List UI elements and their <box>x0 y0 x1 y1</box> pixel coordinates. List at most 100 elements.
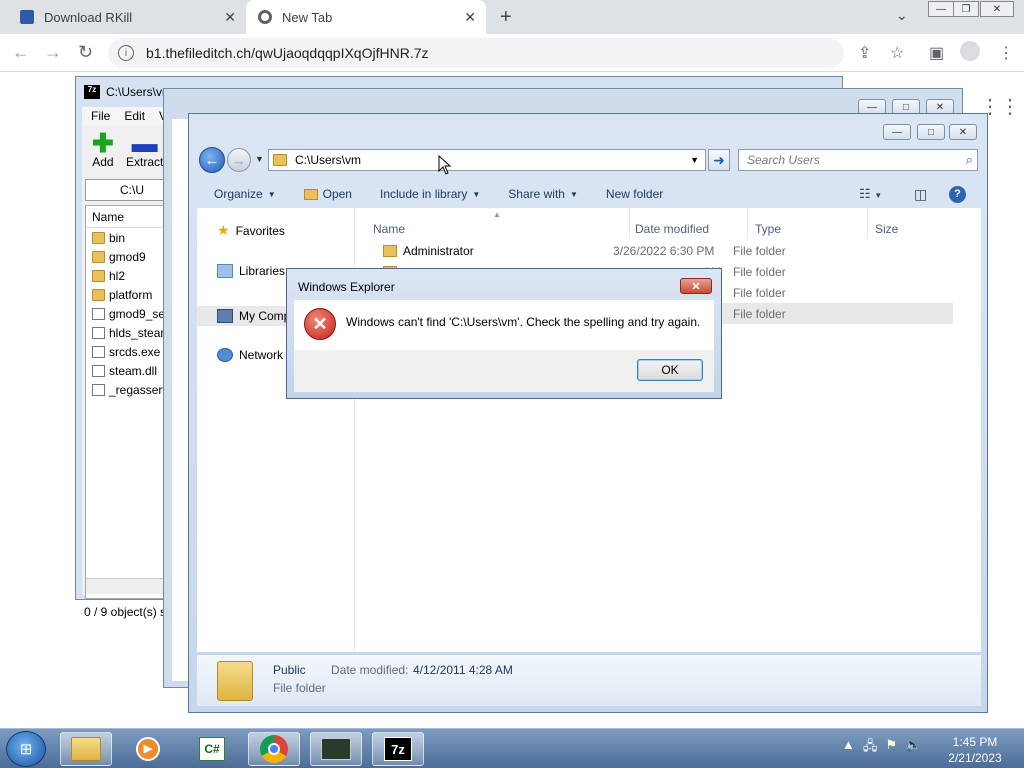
nav-libraries[interactable]: Libraries <box>217 264 285 278</box>
network-tray-icon[interactable]: 🖧 <box>863 737 878 759</box>
folder-icon <box>92 250 105 263</box>
new-folder-button[interactable]: New folder <box>606 187 663 201</box>
taskbar: ⊞ ▶ C# 7z ▲ 🖧 ⚑ 🔈 1:45 PM 2/21/2023 <box>0 728 1024 768</box>
taskbar-7zip[interactable]: 7z <box>372 732 424 766</box>
reload-icon[interactable]: ↻ <box>78 42 93 63</box>
explorer-window: — □ ✕ ← → ▼ C:\Users\vm ▼ ➜ Search Users… <box>188 113 988 713</box>
plus-icon: ✚ <box>92 128 114 158</box>
back-arrow-icon[interactable]: ← <box>199 147 225 173</box>
share-label: Share with <box>508 187 565 201</box>
close-icon[interactable]: ✕ <box>224 9 236 26</box>
column-header-size[interactable]: Size <box>875 222 898 236</box>
add-button[interactable]: ✚ Add <box>92 128 114 169</box>
start-button[interactable]: ⊞ <box>6 731 46 767</box>
open-label: Open <box>322 187 352 201</box>
close-icon[interactable]: ✕ <box>464 9 476 26</box>
close-button[interactable]: ✕ <box>949 124 977 140</box>
info-icon[interactable]: i <box>118 45 134 61</box>
bookmark-star-icon[interactable]: ☆ <box>890 43 904 63</box>
item-label: bin <box>109 230 126 245</box>
nav-favorites[interactable]: ★ Favorites <box>217 222 285 239</box>
search-placeholder: Search Users <box>747 153 820 167</box>
dialog-title: Windows Explorer <box>298 280 395 294</box>
search-input[interactable]: Search Users ⌕ <box>738 149 978 171</box>
column-header-date[interactable]: Date modified <box>635 222 709 236</box>
column-header-type[interactable]: Type <box>755 222 781 236</box>
column-divider[interactable] <box>867 208 868 238</box>
explorer-address-input[interactable]: C:\Users\vm ▼ <box>268 149 706 171</box>
profile-avatar-icon[interactable] <box>960 41 980 61</box>
menu-dots-icon[interactable]: ⋮ <box>998 43 1014 63</box>
details-pane: Public Date modified: 4/12/2011 4:28 AM … <box>197 654 981 706</box>
taskbar-chrome[interactable] <box>248 732 300 766</box>
forward-arrow-icon[interactable]: → <box>44 42 62 63</box>
open-button[interactable]: Open <box>303 187 352 201</box>
forward-arrow-icon[interactable]: → <box>227 148 251 172</box>
details-date-label: Date modified: <box>331 663 409 677</box>
tab-title: Download RKill <box>44 9 133 25</box>
menu-file[interactable]: File <box>91 109 110 123</box>
details-name: Public <box>273 663 306 677</box>
nav-label: Network <box>239 348 284 362</box>
item-label: _regasservi <box>109 382 172 397</box>
sevenzip-logo-icon: 7z <box>384 737 412 761</box>
ok-button[interactable]: OK <box>637 359 703 381</box>
minimize-button[interactable]: — <box>883 124 911 140</box>
error-dialog: Windows Explorer ✕ ✕ Windows can't find … <box>286 268 722 399</box>
table-row[interactable]: Administrator 3/26/2022 6:30 PM File fol… <box>373 240 953 261</box>
recent-pages-chevron-icon[interactable]: ▼ <box>255 154 264 164</box>
volume-icon[interactable]: 🔈 <box>905 737 921 759</box>
minimize-button[interactable]: — <box>928 1 954 17</box>
share-with-button[interactable]: Share with ▼ <box>508 187 578 201</box>
folder-icon <box>92 288 105 301</box>
view-options-icon[interactable]: ☷ ▼ <box>859 186 882 202</box>
item-label: hl2 <box>109 268 126 283</box>
column-divider[interactable] <box>747 208 748 238</box>
rkill-favicon-icon <box>20 10 34 24</box>
folder-icon <box>92 231 105 244</box>
dialog-close-button[interactable]: ✕ <box>680 278 712 294</box>
nav-label: My Comp <box>239 309 291 323</box>
clock-date: 2/21/2023 <box>948 751 1002 765</box>
go-arrow-icon[interactable]: ➜ <box>708 149 730 171</box>
row-type: File folder <box>733 306 786 321</box>
restore-button[interactable]: ❐ <box>953 1 979 17</box>
show-hidden-icons-chevron-icon[interactable]: ▲ <box>842 737 855 759</box>
details-type: File folder <box>273 681 326 695</box>
taskbar-media-player[interactable]: ▶ <box>122 732 174 766</box>
action-center-flag-icon[interactable]: ⚑ <box>885 737 897 759</box>
address-bar[interactable]: i b1.thefileditch.ch/qwUjaoqdqqpIXqOjfHN… <box>108 38 844 68</box>
network-icon <box>217 348 233 362</box>
new-tab-button[interactable]: + <box>500 6 512 29</box>
item-label: platform <box>109 287 153 302</box>
new-folder-label: New folder <box>605 187 664 201</box>
clock[interactable]: 1:45 PM 2/21/2023 <box>940 734 1010 766</box>
taskbar-explorer[interactable] <box>60 732 112 766</box>
taskbar-csharp-app[interactable]: C# <box>186 732 238 766</box>
help-icon[interactable]: ? <box>949 185 966 203</box>
csharp-icon: C# <box>199 737 225 761</box>
share-icon[interactable]: ⇪ <box>858 43 871 63</box>
menu-edit[interactable]: Edit <box>124 109 145 123</box>
chevron-down-icon[interactable]: ▼ <box>690 155 699 165</box>
back-arrow-icon[interactable]: ← <box>12 42 30 63</box>
include-in-library-button[interactable]: Include in library ▼ <box>380 187 480 201</box>
preview-pane-icon[interactable]: ◫ <box>914 186 927 203</box>
tab-new-tab[interactable]: New Tab ✕ <box>246 0 486 34</box>
column-header-name[interactable]: Name <box>373 222 405 236</box>
close-window-button[interactable]: ✕ <box>980 1 1014 17</box>
row-date: 3/26/2022 6:30 PM <box>613 243 715 258</box>
media-player-icon: ▶ <box>136 737 160 761</box>
include-label: Include in library <box>379 187 468 201</box>
taskbar-terminal[interactable] <box>310 732 362 766</box>
extract-button[interactable]: ▬ Extract <box>126 130 163 169</box>
side-panel-icon[interactable]: ▣ <box>929 43 944 63</box>
nav-network[interactable]: Network <box>217 348 283 362</box>
computer-icon <box>217 309 233 323</box>
organize-button[interactable]: Organize ▼ <box>214 187 276 201</box>
maximize-button[interactable]: □ <box>917 124 945 140</box>
tab-download-rkill[interactable]: Download RKill ✕ <box>8 0 246 34</box>
chevron-down-icon[interactable]: ⌄ <box>896 7 908 24</box>
column-divider[interactable] <box>629 208 630 238</box>
address-text: C:\U <box>120 183 144 197</box>
